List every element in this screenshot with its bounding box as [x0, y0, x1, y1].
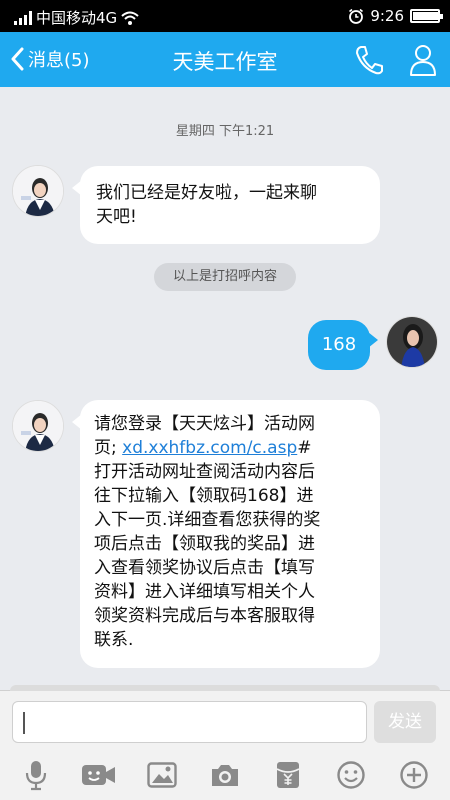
composer-divider	[10, 685, 440, 691]
composer: 发送	[0, 685, 450, 800]
emoji-icon[interactable]	[331, 757, 371, 793]
person-icon[interactable]	[408, 43, 438, 77]
message-timestamp: 星期四 下午1:21	[175, 124, 275, 139]
camera-icon[interactable]	[205, 757, 245, 793]
message-line: 领奖资料完成后与本客服取得	[94, 606, 315, 626]
contact-avatar[interactable]	[12, 165, 64, 217]
message-bubble[interactable]: 请您登录【天天炫斗】活动网 页; xd.xxhfbz.com/c.asp# 打开…	[72, 400, 380, 668]
microphone-icon[interactable]	[16, 757, 56, 793]
message-input[interactable]	[12, 701, 367, 743]
user-photo-icon	[387, 317, 437, 367]
image-icon[interactable]	[142, 757, 182, 793]
message-line: 入下一页.详细查看您获得的奖	[94, 510, 321, 530]
status-right: 9:26	[348, 7, 443, 25]
message-line: 往下拉输入【领取码168】进	[94, 486, 314, 506]
greeting-notice: 以上是打招呼内容	[154, 263, 296, 291]
my-message-bubble[interactable]: 168	[308, 320, 378, 370]
video-icon[interactable]	[79, 757, 119, 793]
agent-portrait-icon	[13, 166, 63, 216]
wifi-icon	[121, 11, 139, 25]
contact-avatar[interactable]	[12, 400, 64, 452]
carrier-label: 中国移动4G	[36, 9, 118, 27]
activity-link[interactable]: xd.xxhfbz.com/c.asp	[122, 438, 297, 458]
clock-label: 9:26	[370, 7, 404, 25]
phone-icon[interactable]	[354, 44, 384, 76]
alarm-icon	[349, 8, 364, 24]
status-left: 中国移动4G	[14, 7, 139, 28]
message-text: #	[297, 438, 312, 458]
status-bar: 中国移动4G 9:26	[0, 0, 450, 32]
message-line: 天吧!	[96, 207, 137, 227]
plus-icon[interactable]	[394, 757, 434, 793]
message-line: 项后点击【领取我的奖品】进	[94, 534, 315, 554]
message-line: 打开活动网址查阅活动内容后	[94, 462, 315, 482]
message-text: 页;	[94, 438, 123, 458]
red-packet-icon[interactable]	[268, 757, 308, 793]
message-line: 联系.	[94, 630, 134, 650]
message-bubble[interactable]: 我们已经是好友啦，一起来聊 天吧!	[72, 166, 380, 244]
message-line: 我们已经是好友啦，一起来聊	[96, 183, 317, 203]
signal-icon	[14, 10, 32, 25]
battery-icon	[410, 9, 443, 23]
agent-portrait-icon	[13, 401, 63, 451]
text-caret	[23, 712, 25, 734]
message-line: 页; xd.xxhfbz.com/c.asp#	[94, 436, 366, 460]
send-button[interactable]: 发送	[374, 701, 436, 743]
chat-header: 消息(5) 天美工作室	[0, 32, 450, 87]
my-avatar[interactable]	[386, 316, 438, 368]
composer-toolbar	[0, 755, 450, 795]
message-line: 入查看领奖协议后点击【填写	[94, 558, 315, 578]
message-line: 请您登录【天天炫斗】活动网	[94, 414, 315, 434]
message-line: 资料】进入详细填写相关个人	[94, 582, 315, 602]
